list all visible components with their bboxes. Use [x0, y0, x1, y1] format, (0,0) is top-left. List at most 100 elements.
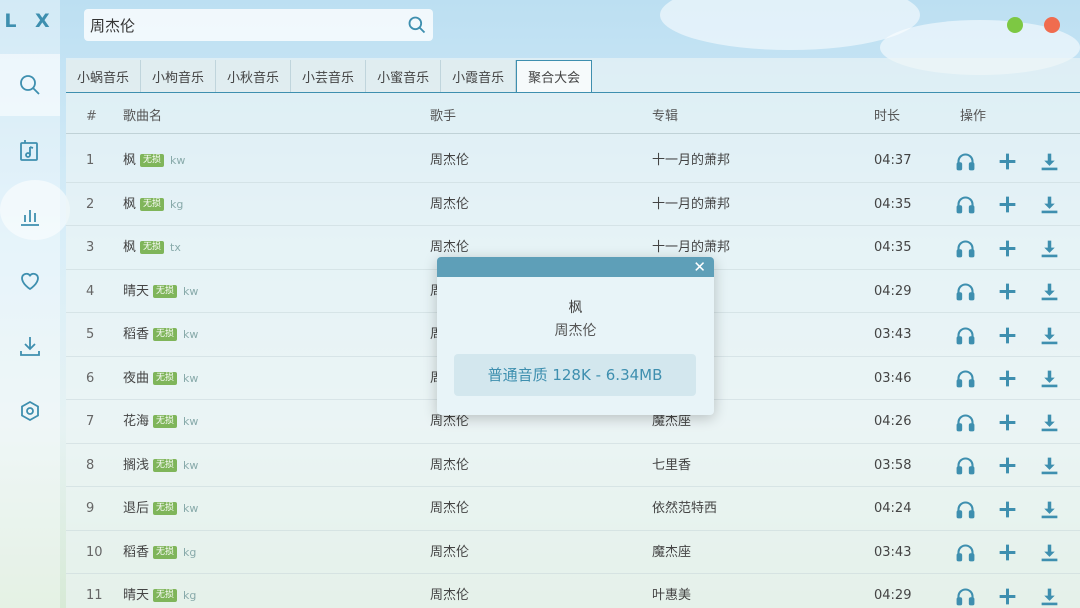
headphone-icon[interactable]: [954, 281, 976, 303]
music-list-icon: [20, 140, 38, 161]
download-icon[interactable]: [1038, 498, 1060, 520]
download-icon[interactable]: [1038, 542, 1060, 564]
download-icon[interactable]: [1038, 455, 1060, 477]
song-title: 花海: [123, 414, 150, 429]
search-icon[interactable]: [407, 15, 427, 35]
duration: 04:35: [874, 196, 912, 212]
headphone-icon[interactable]: [954, 194, 976, 216]
add-icon[interactable]: [996, 498, 1018, 520]
dialog-artist: 周杰伦: [554, 323, 597, 339]
song-name: 枫无损 kg: [123, 183, 183, 226]
download-icon[interactable]: [1038, 150, 1060, 172]
tab-source[interactable]: 小霞音乐: [441, 60, 517, 92]
download-icon[interactable]: [1038, 368, 1060, 390]
singer: 周杰伦: [430, 544, 470, 560]
table-row[interactable]: 10 稻香 无损 kg 周杰伦 魔杰座 03:43: [66, 531, 1080, 574]
add-icon[interactable]: [996, 150, 1018, 172]
header-name: 歌曲名: [123, 109, 163, 124]
tab-source[interactable]: 小枸音乐: [141, 60, 217, 92]
headphone-icon[interactable]: [954, 324, 976, 346]
song-title: 退后: [123, 501, 150, 516]
download-icon: [20, 337, 40, 356]
sidebar-item-leaderboard[interactable]: [0, 185, 60, 247]
singer: 周杰伦: [430, 588, 470, 603]
headphone-icon[interactable]: [954, 455, 976, 477]
headphone-icon[interactable]: [954, 498, 976, 520]
song-name: 稻香 无损 kg: [123, 531, 196, 574]
duration: 03:43: [874, 544, 912, 560]
download-icon[interactable]: [1038, 237, 1060, 259]
row-num: 7: [86, 414, 95, 429]
table-row[interactable]: 2 枫无损 kg 周杰伦 十一月的萧邦 04:35: [66, 183, 1080, 226]
sidebar-item-settings[interactable]: [0, 380, 60, 442]
download-icon[interactable]: [1038, 411, 1060, 433]
album: 七里香: [652, 457, 692, 473]
row-num: 6: [86, 370, 95, 386]
header-ops: 操作: [960, 109, 987, 124]
song-title: 晴天: [123, 588, 150, 603]
close-window-button[interactable]: [1044, 17, 1060, 33]
headphone-icon[interactable]: [954, 150, 976, 172]
row-actions: [954, 411, 1060, 433]
singer: 周杰伦: [430, 196, 470, 212]
download-icon[interactable]: [1038, 281, 1060, 303]
headphone-icon[interactable]: [954, 542, 976, 564]
singer: 周杰伦: [430, 457, 470, 473]
add-icon[interactable]: [996, 194, 1018, 216]
table-row[interactable]: 1 枫无损 kw 周杰伦 十一月的萧邦 04:37: [66, 139, 1080, 183]
headphone-icon[interactable]: [954, 585, 976, 607]
add-icon[interactable]: [996, 542, 1018, 564]
sidebar-item-favorites[interactable]: [0, 250, 60, 312]
add-icon[interactable]: [996, 324, 1018, 346]
lossless-badge: 无损: [153, 371, 178, 385]
table-row[interactable]: 11 晴天 无损 kg 周杰伦 叶惠美 04:29: [66, 574, 1080, 608]
lossless-badge: 无损: [153, 328, 178, 341]
table-row[interactable]: 9 退后 无损 kw 周杰伦 依然范特西 04:24: [66, 487, 1080, 531]
sidebar-item-song-list[interactable]: [0, 120, 60, 182]
header-singer: 歌手: [430, 109, 457, 124]
download-icon[interactable]: [1038, 585, 1060, 607]
song-title: 稻香: [123, 327, 150, 342]
song-title: 搁浅: [123, 457, 150, 473]
add-icon[interactable]: [996, 585, 1018, 607]
source-tabs: 小蜗音乐 小枸音乐 小秋音乐 小芸音乐 小蜜音乐 小霞音乐 聚合大会: [66, 60, 593, 92]
row-num: 11: [86, 588, 103, 603]
headphone-icon[interactable]: [954, 368, 976, 390]
source-tag: kw: [183, 284, 199, 298]
add-icon[interactable]: [996, 455, 1018, 477]
table-row[interactable]: 8 搁浅 无损 kw 周杰伦 七里香 03:58: [66, 444, 1080, 487]
tab-source[interactable]: 聚合大会: [516, 60, 593, 92]
download-icon[interactable]: [1038, 194, 1060, 216]
tab-source[interactable]: 小秋音乐: [216, 60, 292, 92]
song-name: 花海 无损 kw: [123, 400, 198, 443]
song-title: 稻香: [123, 544, 150, 560]
headphone-icon[interactable]: [954, 411, 976, 433]
row-num: 10: [86, 544, 103, 560]
row-actions: [954, 281, 1060, 303]
lossless-badge: 无损: [140, 241, 165, 254]
row-num: 1: [86, 153, 95, 168]
sidebar-item-search[interactable]: [0, 54, 60, 116]
minimize-button[interactable]: [1007, 17, 1023, 33]
headphone-icon[interactable]: [954, 237, 976, 259]
quality-option-button[interactable]: 普通音质 128K - 6.34MB: [454, 354, 696, 396]
download-icon[interactable]: [1038, 324, 1060, 346]
source-tag: kw: [183, 415, 199, 428]
search-input[interactable]: [90, 16, 407, 34]
duration: 04:29: [874, 283, 912, 299]
add-icon[interactable]: [996, 368, 1018, 390]
sidebar-item-downloads[interactable]: [0, 315, 60, 377]
lossless-badge: 无损: [153, 589, 178, 602]
song-title: 晴天: [123, 283, 150, 299]
source-tag: kw: [183, 328, 199, 341]
tab-source[interactable]: 小蜜音乐: [366, 60, 442, 92]
row-num: 5: [86, 327, 95, 342]
close-icon[interactable]: ✕: [693, 258, 706, 276]
add-icon[interactable]: [996, 281, 1018, 303]
tab-source[interactable]: 小蜗音乐: [66, 60, 142, 92]
add-icon[interactable]: [996, 411, 1018, 433]
tab-source[interactable]: 小芸音乐: [291, 60, 367, 92]
add-icon[interactable]: [996, 237, 1018, 259]
source-tag: kw: [183, 502, 199, 515]
source-tag: kw: [183, 371, 199, 385]
